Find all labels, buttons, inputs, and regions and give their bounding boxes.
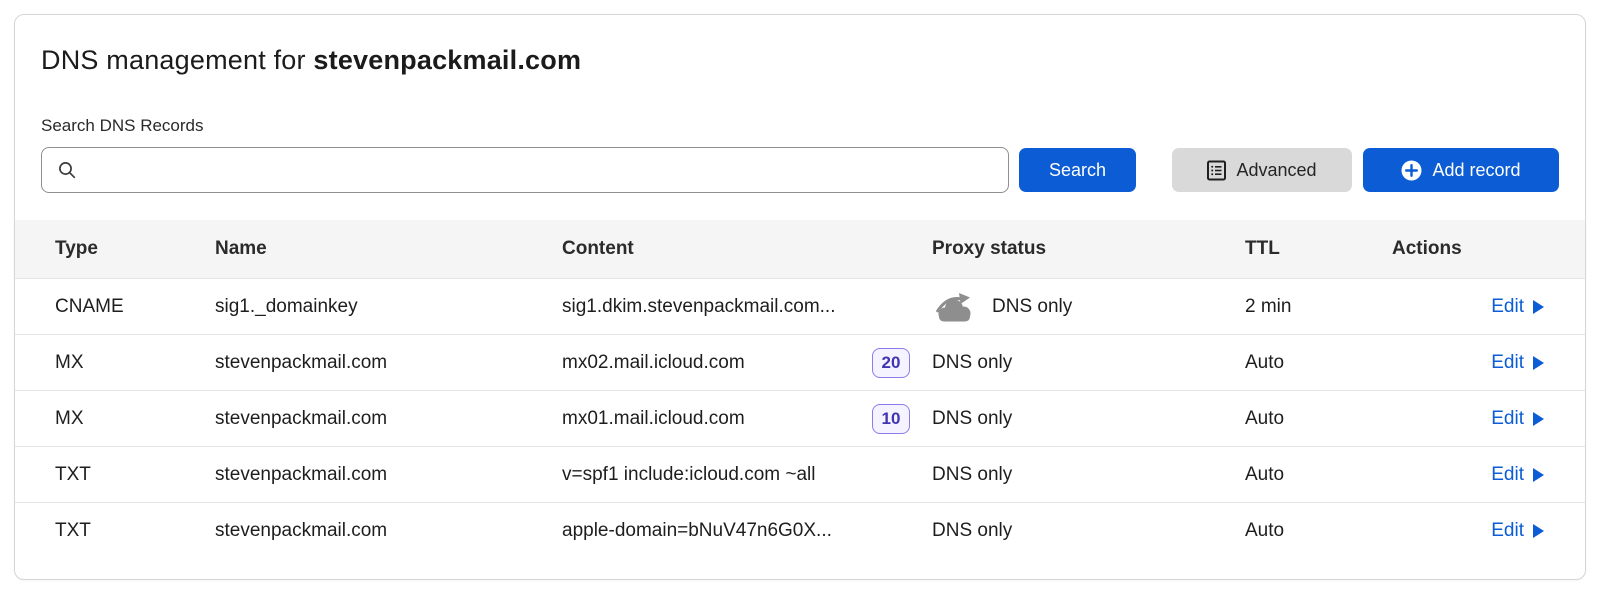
cell-proxy-status: DNS only bbox=[932, 291, 1245, 322]
cell-actions: Edit bbox=[1392, 352, 1545, 374]
edit-link[interactable]: Edit bbox=[1491, 520, 1545, 542]
cell-name: stevenpackmail.com bbox=[215, 520, 562, 542]
cell-ttl: Auto bbox=[1245, 520, 1392, 542]
add-record-button[interactable]: Add record bbox=[1363, 148, 1559, 192]
cell-ttl: 2 min bbox=[1245, 296, 1392, 318]
proxy-status-label: DNS only bbox=[932, 352, 1012, 374]
search-box[interactable] bbox=[41, 147, 1009, 193]
edit-link[interactable]: Edit bbox=[1491, 296, 1545, 318]
table-row: CNAME sig1._domainkey sig1.dkim.stevenpa… bbox=[15, 278, 1585, 334]
search-icon bbox=[56, 159, 78, 181]
search-input[interactable] bbox=[88, 160, 994, 181]
table-row: MX stevenpackmail.com mx02.mail.icloud.c… bbox=[15, 334, 1585, 390]
cell-actions: Edit bbox=[1392, 296, 1545, 318]
cell-content: v=spf1 include:icloud.com ~all bbox=[562, 464, 932, 486]
edit-link[interactable]: Edit bbox=[1491, 352, 1545, 374]
search-label: Search DNS Records bbox=[41, 116, 1559, 136]
content-value: v=spf1 include:icloud.com ~all bbox=[562, 464, 815, 486]
edit-link-label: Edit bbox=[1491, 408, 1524, 430]
cell-content: mx02.mail.icloud.com 20 bbox=[562, 348, 932, 378]
content-value: sig1.dkim.stevenpackmail.com... bbox=[562, 296, 836, 318]
cell-actions: Edit bbox=[1392, 520, 1545, 542]
advanced-button[interactable]: Advanced bbox=[1172, 148, 1352, 192]
domain-name: stevenpackmail.com bbox=[313, 45, 581, 75]
advanced-list-icon bbox=[1207, 160, 1226, 181]
cell-content: mx01.mail.icloud.com 10 bbox=[562, 404, 932, 434]
edit-caret-icon bbox=[1532, 355, 1545, 371]
edit-caret-icon bbox=[1532, 411, 1545, 427]
cell-content: sig1.dkim.stevenpackmail.com... bbox=[562, 296, 932, 318]
column-header-actions: Actions bbox=[1392, 238, 1545, 260]
table-body: CNAME sig1._domainkey sig1.dkim.stevenpa… bbox=[15, 278, 1585, 558]
edit-link-label: Edit bbox=[1491, 296, 1524, 318]
proxy-status-label: DNS only bbox=[932, 520, 1012, 542]
mx-priority-badge: 20 bbox=[872, 348, 910, 378]
column-header-content: Content bbox=[562, 238, 932, 260]
table-row: TXT stevenpackmail.com apple-domain=bNuV… bbox=[15, 502, 1585, 558]
table-header-row: Type Name Content Proxy status TTL Actio… bbox=[15, 220, 1585, 278]
content-value: mx01.mail.icloud.com bbox=[562, 408, 745, 430]
cell-ttl: Auto bbox=[1245, 408, 1392, 430]
edit-link[interactable]: Edit bbox=[1491, 464, 1545, 486]
mx-priority-badge: 10 bbox=[872, 404, 910, 434]
cell-name: stevenpackmail.com bbox=[215, 352, 562, 374]
plus-circle-icon bbox=[1401, 160, 1422, 181]
cell-type: TXT bbox=[55, 464, 215, 486]
edit-link-label: Edit bbox=[1491, 464, 1524, 486]
proxy-status-label: DNS only bbox=[932, 464, 1012, 486]
edit-link-label: Edit bbox=[1491, 520, 1524, 542]
page-title: DNS management for stevenpackmail.com bbox=[41, 45, 1559, 76]
search-toolbar: Search Advanced bbox=[41, 147, 1559, 193]
proxy-status-label: DNS only bbox=[932, 408, 1012, 430]
dns-management-card: DNS management for stevenpackmail.com Se… bbox=[14, 14, 1586, 580]
cell-type: MX bbox=[55, 352, 215, 374]
cell-proxy-status: DNS only bbox=[932, 408, 1245, 430]
cell-ttl: Auto bbox=[1245, 464, 1392, 486]
cell-actions: Edit bbox=[1392, 464, 1545, 486]
add-record-button-label: Add record bbox=[1432, 160, 1520, 181]
column-header-ttl: TTL bbox=[1245, 238, 1392, 260]
cell-type: MX bbox=[55, 408, 215, 430]
dns-records-table: Type Name Content Proxy status TTL Actio… bbox=[15, 220, 1585, 558]
search-button-label: Search bbox=[1049, 160, 1106, 181]
content-value: mx02.mail.icloud.com bbox=[562, 352, 745, 374]
edit-caret-icon bbox=[1532, 299, 1545, 315]
edit-link-label: Edit bbox=[1491, 352, 1524, 374]
cell-proxy-status: DNS only bbox=[932, 520, 1245, 542]
cell-content: apple-domain=bNuV47n6G0X... bbox=[562, 520, 932, 542]
advanced-button-label: Advanced bbox=[1236, 160, 1316, 181]
edit-caret-icon bbox=[1532, 523, 1545, 539]
content-value: apple-domain=bNuV47n6G0X... bbox=[562, 520, 832, 542]
cell-proxy-status: DNS only bbox=[932, 464, 1245, 486]
cell-actions: Edit bbox=[1392, 408, 1545, 430]
column-header-name: Name bbox=[215, 238, 562, 260]
table-row: MX stevenpackmail.com mx01.mail.icloud.c… bbox=[15, 390, 1585, 446]
search-button[interactable]: Search bbox=[1019, 148, 1136, 192]
proxy-status-label: DNS only bbox=[992, 296, 1072, 318]
edit-caret-icon bbox=[1532, 467, 1545, 483]
page-title-prefix: DNS management for bbox=[41, 45, 313, 75]
edit-link[interactable]: Edit bbox=[1491, 408, 1545, 430]
dns-only-cloud-icon bbox=[932, 291, 978, 322]
column-header-type: Type bbox=[55, 238, 215, 260]
cell-proxy-status: DNS only bbox=[932, 352, 1245, 374]
cell-type: CNAME bbox=[55, 296, 215, 318]
table-row: TXT stevenpackmail.com v=spf1 include:ic… bbox=[15, 446, 1585, 502]
cell-name: stevenpackmail.com bbox=[215, 464, 562, 486]
column-header-proxy-status: Proxy status bbox=[932, 238, 1245, 260]
cell-name: stevenpackmail.com bbox=[215, 408, 562, 430]
cell-name: sig1._domainkey bbox=[215, 296, 562, 318]
cell-type: TXT bbox=[55, 520, 215, 542]
cell-ttl: Auto bbox=[1245, 352, 1392, 374]
